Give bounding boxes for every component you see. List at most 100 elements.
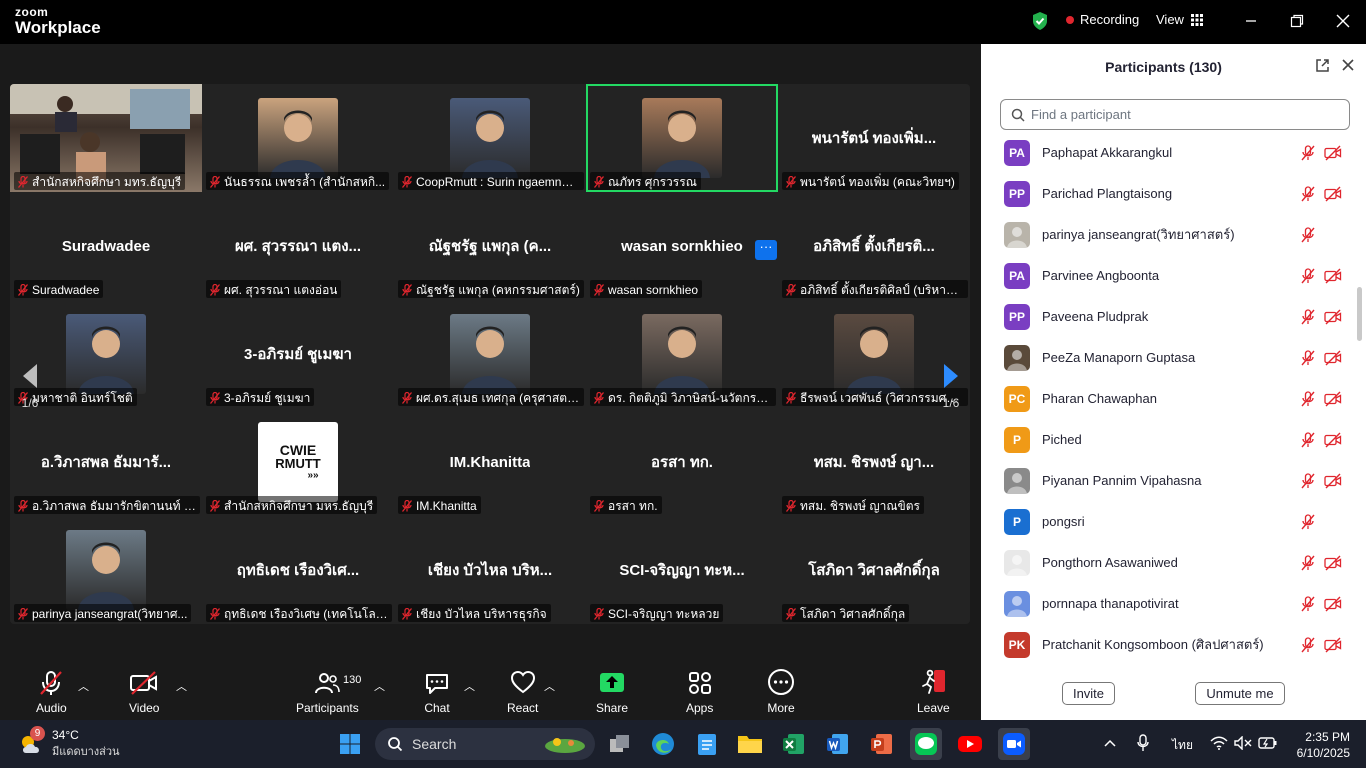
tile-name-label: parinya janseangrat(วิทยาศ... <box>14 604 192 622</box>
chat-options-caret-icon[interactable]: ︿ <box>464 678 475 694</box>
participant-tile[interactable]: SCI-จริญญา ทะห... SCI-จริญญา ทะหลวย <box>586 516 778 624</box>
chat-button[interactable]: Chat <box>424 670 450 715</box>
participant-tile[interactable]: สำนักสหกิจศึกษา มทร.ธัญบุรี <box>10 84 202 192</box>
share-label: Share <box>596 701 629 715</box>
participant-row[interactable]: PP Paveena Pludprak <box>981 296 1356 337</box>
participant-row[interactable]: Piyanan Pannim Vipahasna <box>981 460 1356 501</box>
participant-tile[interactable]: ทสม. ชิรพงษ์ ญา... ทสม. ชิรพงษ์ ญาณขิตร <box>778 408 970 516</box>
participant-row[interactable]: PP Parichad Plangtaisong <box>981 173 1356 214</box>
show-hidden-icons-icon[interactable] <box>1104 738 1116 748</box>
participant-row[interactable]: pornnapa thanapotivirat <box>981 583 1356 624</box>
participant-tile[interactable]: ณภัทร ศุกรวรรณ <box>586 84 778 192</box>
close-window-button[interactable] <box>1329 8 1357 34</box>
close-panel-icon[interactable] <box>1341 58 1355 72</box>
file-explorer-button[interactable] <box>734 728 766 760</box>
zoom-app-button[interactable] <box>998 728 1030 760</box>
participant-tile[interactable]: parinya janseangrat(วิทยาศ... <box>10 516 202 624</box>
audio-options-caret-icon[interactable]: ︿ <box>78 678 89 694</box>
task-view-button[interactable] <box>604 728 636 760</box>
recording-label: Recording <box>1080 12 1140 27</box>
view-button[interactable]: View <box>1156 12 1203 27</box>
next-page-button[interactable]: 1/6 <box>931 356 971 410</box>
encryption-shield-icon[interactable] <box>1031 11 1049 31</box>
pop-out-icon[interactable] <box>1315 58 1330 73</box>
participant-search[interactable] <box>1000 99 1350 130</box>
input-language-indicator[interactable]: ไทย <box>1172 736 1193 755</box>
participant-tile[interactable]: ณัฐชรัฐ แพกุล (ค... ณัฐชรัฐ แพกุล (คหกรรม… <box>394 192 586 300</box>
line-app-button[interactable] <box>910 728 942 760</box>
react-options-caret-icon[interactable]: ︿ <box>544 678 555 694</box>
participant-search-input[interactable] <box>1031 107 1331 122</box>
participants-options-caret-icon[interactable]: ︿ <box>374 678 385 694</box>
participant-tile[interactable]: นันธรรณ เพชรล้ำ (สำนักสหกิ... <box>202 84 394 192</box>
meeting-stage: สำนักสหกิจศึกษา มทร.ธัญบุรี นันธรรณ เพชรล… <box>0 44 981 660</box>
video-options-caret-icon[interactable]: ︿ <box>176 678 187 694</box>
previous-page-button[interactable]: 1/6 <box>10 356 50 410</box>
participant-list-scrollbar[interactable] <box>1356 132 1362 712</box>
participant-row[interactable]: PeeZa Manaporn Guptasa <box>981 337 1356 378</box>
participant-row[interactable]: parinya janseangrat(วิทยาศาสตร์) <box>981 214 1356 255</box>
recording-indicator[interactable]: Recording <box>1066 12 1139 27</box>
participant-row[interactable]: P Piched <box>981 419 1356 460</box>
youtube-button[interactable] <box>954 728 986 760</box>
participant-tile[interactable]: ผศ.ดร.สุเมธ เทศกุล (ครุศาสตร์อุ... <box>394 300 586 408</box>
more-button[interactable]: More <box>767 669 795 715</box>
participant-tile[interactable]: ดร. กิตติภูมิ วิภาษิสน์-นวัตกรรมฯ <box>586 300 778 408</box>
participant-tile[interactable]: IM.Khanitta IM.Khanitta <box>394 408 586 516</box>
gallery-view: สำนักสหกิจศึกษา มทร.ธัญบุรี นันธรรณ เพชรล… <box>10 84 970 624</box>
participant-row[interactable]: PK Pratchanit Kongsomboon (ศิลปศาสตร์) <box>981 624 1356 665</box>
wifi-icon[interactable] <box>1210 736 1228 750</box>
invite-button[interactable]: Invite <box>1062 682 1115 705</box>
participant-list-scroll-thumb[interactable] <box>1357 287 1362 341</box>
participant-tile[interactable]: เชียง บัวไหล บริห... เชียง บัวไหล บริหารธ… <box>394 516 586 624</box>
tile-name-text: เชียง บัวไหล บริหารธุรกิจ <box>416 606 547 621</box>
participant-tile[interactable]: อภิสิทธิ์ ตั้งเกียรติ... อภิสิทธิ์ ตั้งเก… <box>778 192 970 300</box>
participant-tile[interactable]: อ.วิภาสพล ธัมมารั... อ.วิภาสพล ธัมมารักขิ… <box>10 408 202 516</box>
word-button[interactable] <box>822 728 854 760</box>
video-button[interactable]: Video <box>129 670 159 715</box>
powerpoint-button[interactable] <box>866 728 898 760</box>
participant-tile[interactable]: CoopRmutt : Surin ngaemngam <box>394 84 586 192</box>
share-button[interactable]: Share <box>596 670 628 715</box>
participant-tile[interactable]: Suradwadee Suradwadee <box>10 192 202 300</box>
participant-tile[interactable]: พนารัตน์ ทองเพิ่ม... พนารัตน์ ทองเพิ่ม (ค… <box>778 84 970 192</box>
participant-row[interactable]: PA Paphapat Akkarangkul <box>981 132 1356 173</box>
leave-button[interactable]: Leave <box>917 669 950 715</box>
volume-muted-icon[interactable] <box>1234 736 1252 750</box>
participant-row[interactable]: Ppongsri <box>981 501 1356 542</box>
participant-tile[interactable]: ผศ. สุวรรณา แตง... ผศ. สุวรรณา แตงอ่อน <box>202 192 394 300</box>
participant-tile[interactable]: wasan sornkhieo wasan sornkhieo <box>586 192 778 300</box>
participants-label: Participants <box>296 701 359 715</box>
participant-tile[interactable]: CWIE RMUTT»» สำนักสหกิจศึกษา มหร.ธัญบุรี <box>202 408 394 516</box>
tile-display-name: IM.Khanitta <box>449 453 531 471</box>
tile-display-name: ฤทธิเดช เรืองวิเศ... <box>236 562 360 579</box>
participant-row[interactable]: Pongthorn Asawaniwed <box>981 542 1356 583</box>
participant-name: Pratchanit Kongsomboon (ศิลปศาสตร์) <box>1042 637 1264 652</box>
react-button[interactable]: React <box>507 670 538 715</box>
participant-tile[interactable]: 3-อภิรมย์ ชูเมฆา 3-อภิรมย์ ชูเมฆา <box>202 300 394 408</box>
audio-button[interactable]: Audio <box>36 670 67 715</box>
muted-mic-icon <box>786 284 796 296</box>
notepad-button[interactable] <box>691 728 723 760</box>
taskbar-search[interactable]: Search <box>375 728 595 760</box>
participant-row[interactable]: PA Parvinee Angboonta <box>981 255 1356 296</box>
microphone-tray-icon[interactable] <box>1136 734 1150 752</box>
start-button[interactable] <box>334 728 366 760</box>
battery-icon[interactable] <box>1258 736 1278 750</box>
system-clock[interactable]: 2:35 PM 6/10/2025 <box>1290 729 1350 761</box>
participant-tile[interactable]: อรสา ทก. อรสา ทก. <box>586 408 778 516</box>
tile-more-options-button[interactable]: ··· <box>755 240 777 260</box>
participant-tile[interactable]: ฤทธิเดช เรืองวิเศ... ฤทธิเดช เรืองวิเศษ (… <box>202 516 394 624</box>
participant-row[interactable]: PC Pharan Chawaphan <box>981 378 1356 419</box>
participant-avatar: PP <box>1004 180 1030 207</box>
minimize-button[interactable] <box>1237 8 1265 34</box>
tile-name-label: IM.Khanitta <box>398 496 481 514</box>
muted-mic-icon <box>402 608 412 620</box>
edge-browser-button[interactable] <box>647 728 679 760</box>
restore-button[interactable] <box>1283 8 1311 34</box>
participant-tile[interactable]: โสภิดา วิศาลศักดิ์กุล โสภิดา วิศาลศักดิ์ก… <box>778 516 970 624</box>
clock-date: 6/10/2025 <box>1296 746 1350 760</box>
excel-button[interactable] <box>778 728 810 760</box>
unmute-me-button[interactable]: Unmute me <box>1195 682 1285 705</box>
apps-button[interactable]: Apps <box>686 670 713 715</box>
